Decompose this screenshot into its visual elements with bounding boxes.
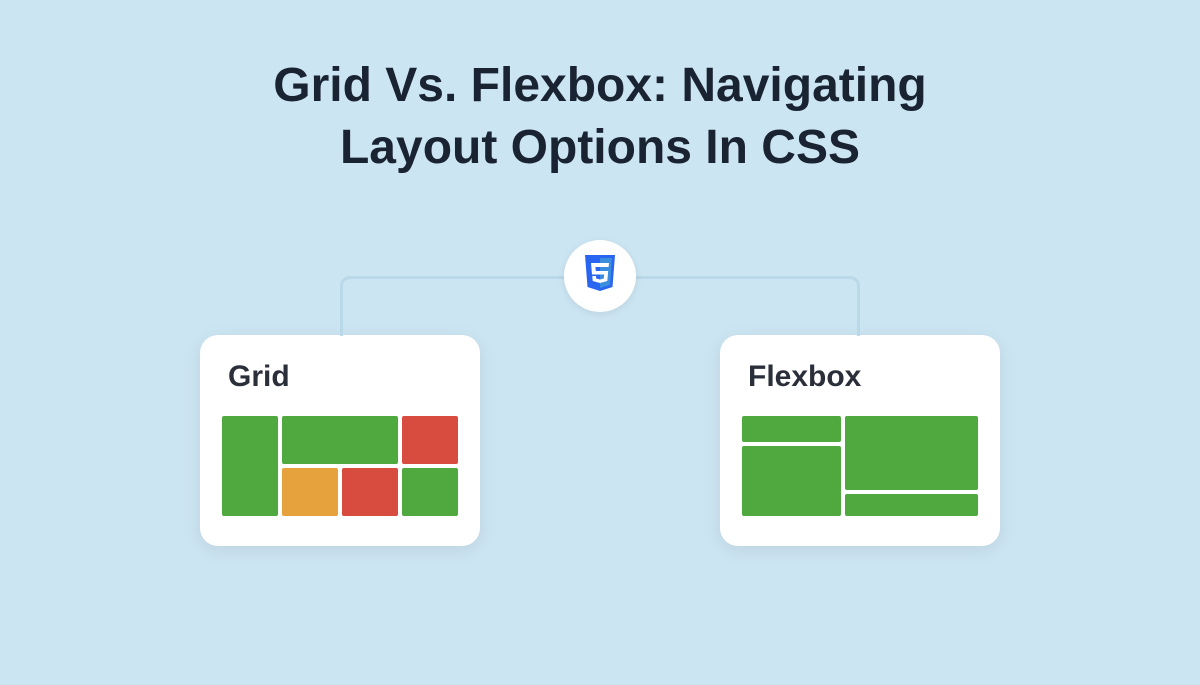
flex-cell — [742, 416, 841, 442]
page-title: Grid Vs. Flexbox: Navigating Layout Opti… — [0, 55, 1200, 180]
flex-cell — [845, 416, 978, 490]
grid-cell — [282, 416, 398, 464]
css3-icon — [582, 253, 618, 298]
flexbox-card-title: Flexbox — [748, 360, 978, 394]
grid-cell — [402, 468, 458, 516]
cards-row: Grid Flexbox — [0, 335, 1200, 546]
flex-column-left — [742, 416, 841, 516]
flex-cell — [845, 494, 978, 516]
title-line-1: Grid Vs. Flexbox: Navigating — [273, 59, 926, 112]
grid-card-title: Grid — [228, 360, 458, 394]
grid-cell — [342, 468, 398, 516]
grid-cell — [222, 416, 278, 516]
flex-column-right — [845, 416, 978, 516]
connector-left — [340, 276, 600, 336]
flex-cell — [742, 446, 841, 516]
grid-demo — [222, 416, 458, 516]
title-line-2: Layout Options In CSS — [340, 121, 860, 174]
grid-cell — [402, 416, 458, 464]
css3-badge — [564, 240, 636, 312]
flexbox-demo — [742, 416, 978, 516]
flexbox-card: Flexbox — [720, 335, 1000, 546]
grid-card: Grid — [200, 335, 480, 546]
grid-cell — [282, 468, 338, 516]
connector-right — [600, 276, 860, 336]
